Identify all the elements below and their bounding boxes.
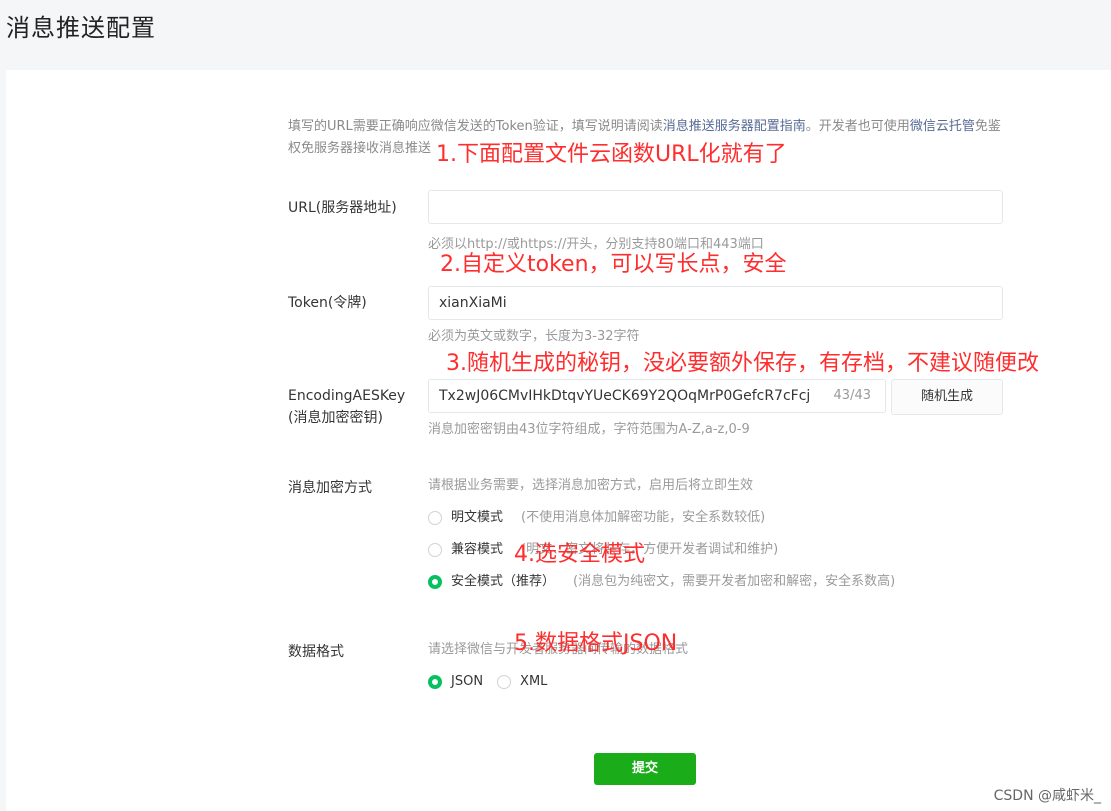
encrypt-option-secure-label: 安全模式（推荐） <box>451 574 556 589</box>
annotation-4: 4.选安全模式 <box>514 542 645 567</box>
random-generate-button[interactable]: 随机生成 <box>891 379 1003 415</box>
aes-label-line1: EncodingAESKey <box>288 388 406 404</box>
radio-secure-checked[interactable] <box>428 575 442 589</box>
aes-hint: 消息加密密钥由43位字符组成，字符范围为A-Z,a-z,0-9 <box>428 422 750 437</box>
annotation-5: 5.数据格式JSON <box>514 631 678 656</box>
page-title: 消息推送配置 <box>6 14 156 42</box>
token-label: Token(令牌) <box>288 295 367 311</box>
data-format-label: 数据格式 <box>288 644 344 660</box>
encrypt-option-plain-desc: (不使用消息体加解密功能，安全系数较低) <box>521 510 766 525</box>
data-format-options: JSON XML <box>428 672 565 692</box>
submit-button[interactable]: 提交 <box>594 753 696 785</box>
encrypt-mode-label: 消息加密方式 <box>288 480 372 496</box>
encrypt-option-plain[interactable]: 明文模式 (不使用消息体加解密功能，安全系数较低) <box>428 508 765 528</box>
data-format-json-label[interactable]: JSON <box>451 672 483 692</box>
aes-label-line2: (消息加密密钥) <box>288 410 383 426</box>
aes-key-value: Tx2wJ06CMvIHkDtqvYUeCK69Y2QOqMrP0GefcR7c… <box>439 388 811 404</box>
url-label: URL(服务器地址) <box>288 200 397 216</box>
encrypt-option-secure-desc: (消息包为纯密文，需要开发者加密和解密，安全系数高) <box>573 574 896 589</box>
token-hint: 必须为英文或数字，长度为3-32字符 <box>428 329 640 344</box>
config-guide-link[interactable]: 消息推送服务器配置指南 <box>663 119 806 134</box>
watermark: CSDN @咸虾米_ <box>993 788 1101 804</box>
data-format-xml-label[interactable]: XML <box>520 672 547 692</box>
description-part1: 填写的URL需要正确响应微信发送的Token验证，填写说明请阅读 <box>288 119 663 134</box>
radio-json-checked[interactable] <box>428 675 442 689</box>
radio-compat[interactable] <box>428 543 442 557</box>
aes-key-input[interactable]: Tx2wJ06CMvIHkDtqvYUeCK69Y2QOqMrP0GefcR7c… <box>428 379 886 413</box>
encrypt-option-plain-label: 明文模式 <box>451 510 504 525</box>
encrypt-option-compat-label: 兼容模式 <box>451 542 504 557</box>
radio-plain[interactable] <box>428 511 442 525</box>
annotation-1: 1.下面配置文件云函数URL化就有了 <box>436 142 787 167</box>
radio-xml[interactable] <box>497 675 512 689</box>
url-input[interactable] <box>428 190 1003 224</box>
token-input[interactable]: xianXiaMi <box>428 286 1003 320</box>
aes-label: EncodingAESKey (消息加密密钥) <box>288 385 405 429</box>
config-card <box>6 70 1111 811</box>
annotation-2: 2.自定义token，可以写长点，安全 <box>440 252 787 277</box>
aes-key-counter: 43/43 <box>833 388 871 403</box>
encrypt-option-secure[interactable]: 安全模式（推荐） (消息包为纯密文，需要开发者加密和解密，安全系数高) <box>428 572 895 592</box>
annotation-3: 3.随机生成的秘钥，没必要额外保存，有存档，不建议随便改 <box>446 351 1039 376</box>
description-part2: 。开发者也可使用 <box>805 119 910 134</box>
cloud-hosting-link[interactable]: 微信云托管 <box>910 119 975 134</box>
encrypt-mode-hint: 请根据业务需要，选择消息加密方式，启用后将立即生效 <box>428 478 754 493</box>
